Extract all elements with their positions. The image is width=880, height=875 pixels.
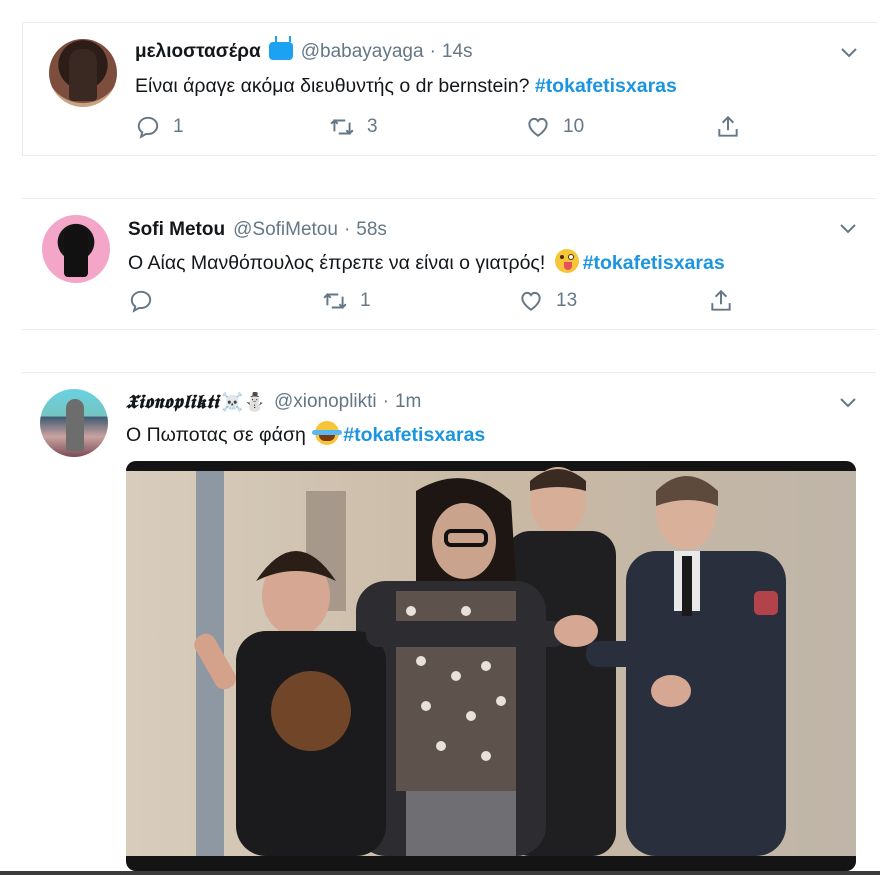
like-icon <box>521 291 541 311</box>
retweet-icon <box>330 119 354 135</box>
timeline-feed: μελιοστασέρα @babayayaga · 14s Είναι άρα… <box>0 0 880 875</box>
like-icon <box>528 117 548 137</box>
reply-count: 1 <box>173 116 184 137</box>
tweet[interactable]: 𝖃𝖎𝖔𝖓𝖔𝖕𝖑𝖎𝖐𝖙𝖎 ☠️⛄ @xionoplikti · 1m Ο Πωπο… <box>22 372 876 875</box>
hashtag-link[interactable]: #tokafetisxaras <box>583 252 725 274</box>
photo-image <box>126 461 856 871</box>
tongue-wink-emoji <box>554 249 579 273</box>
tweet-text: Είναι άραγε ακόμα διευθυντής ο dr bernst… <box>135 75 677 98</box>
separator-dot: · <box>429 41 436 62</box>
retweet-button[interactable]: 3 <box>329 113 378 141</box>
tweet[interactable]: μελιοστασέρα @babayayaga · 14s Είναι άρα… <box>22 22 877 156</box>
like-count: 10 <box>563 116 585 137</box>
like-count: 13 <box>556 290 578 311</box>
share-button[interactable] <box>715 113 741 141</box>
username-handle[interactable]: @SofiMetou <box>233 219 338 241</box>
timestamp[interactable]: 1m <box>395 391 421 413</box>
like-button[interactable]: 13 <box>518 287 577 315</box>
retweet-icon <box>323 293 347 309</box>
reply-icon <box>130 290 152 313</box>
retweet-count: 1 <box>360 290 371 311</box>
tweet-text: Ο Αίας Μανθόπουλος έπρεπε να είναι ο για… <box>128 249 725 275</box>
share-icon <box>718 115 738 137</box>
reply-icon <box>137 116 159 139</box>
display-name[interactable]: Sofi Metou <box>128 219 225 241</box>
retweet-button[interactable]: 1 <box>322 287 371 315</box>
share-button[interactable] <box>708 287 734 315</box>
tweet-body: Είναι άραγε ακόμα διευθυντής ο dr bernst… <box>135 75 535 97</box>
separator-dot: · <box>343 219 351 240</box>
avatar[interactable] <box>49 39 117 107</box>
reply-button[interactable] <box>128 287 166 315</box>
chevron-down-icon[interactable] <box>840 221 856 235</box>
username-handle[interactable]: @xionoplikti <box>274 391 377 413</box>
tweet-header: Sofi Metou @SofiMetou · 58s <box>128 219 387 241</box>
chevron-down-icon[interactable] <box>841 45 857 59</box>
separator-dot: · <box>382 391 389 412</box>
hashtag-link[interactable]: #tokafetisxaras <box>343 424 485 446</box>
photo-media[interactable] <box>126 461 856 871</box>
tweet-body: Ο Αίας Μανθόπουλος έπρεπε να είναι ο για… <box>128 252 551 274</box>
chevron-down-icon[interactable] <box>840 395 856 409</box>
username-handle[interactable]: @babayayaga <box>301 41 424 63</box>
tweet[interactable]: Sofi Metou @SofiMetou · 58s Ο Αίας Μανθό… <box>22 198 876 330</box>
avatar[interactable] <box>42 215 110 283</box>
display-name[interactable]: 𝖃𝖎𝖔𝖓𝖔𝖕𝖑𝖎𝖐𝖙𝖎 <box>126 391 219 413</box>
tweet-header: μελιοστασέρα @babayayaga · 14s <box>135 41 473 63</box>
bottom-bar <box>0 871 880 875</box>
tweet-body: Ο Πωποτας σε φάση <box>126 424 312 446</box>
retweet-count: 3 <box>367 116 378 137</box>
avatar[interactable] <box>40 389 108 457</box>
timestamp[interactable]: 58s <box>356 219 387 241</box>
joy-emoji <box>312 421 343 445</box>
tweet-text: Ο Πωποτας σε φάση #tokafetisxaras <box>126 421 485 447</box>
hashtag-link[interactable]: #tokafetisxaras <box>535 75 677 97</box>
reply-button[interactable]: 1 <box>135 113 184 141</box>
tv-icon <box>268 42 293 60</box>
display-name[interactable]: μελιοστασέρα <box>135 41 261 63</box>
timestamp[interactable]: 14s <box>442 41 473 63</box>
tweet-header: 𝖃𝖎𝖔𝖓𝖔𝖕𝖑𝖎𝖐𝖙𝖎 ☠️⛄ @xionoplikti · 1m <box>126 391 421 413</box>
name-decoration: ☠️⛄ <box>221 391 266 412</box>
like-button[interactable]: 10 <box>525 113 584 141</box>
share-icon <box>711 289 731 311</box>
